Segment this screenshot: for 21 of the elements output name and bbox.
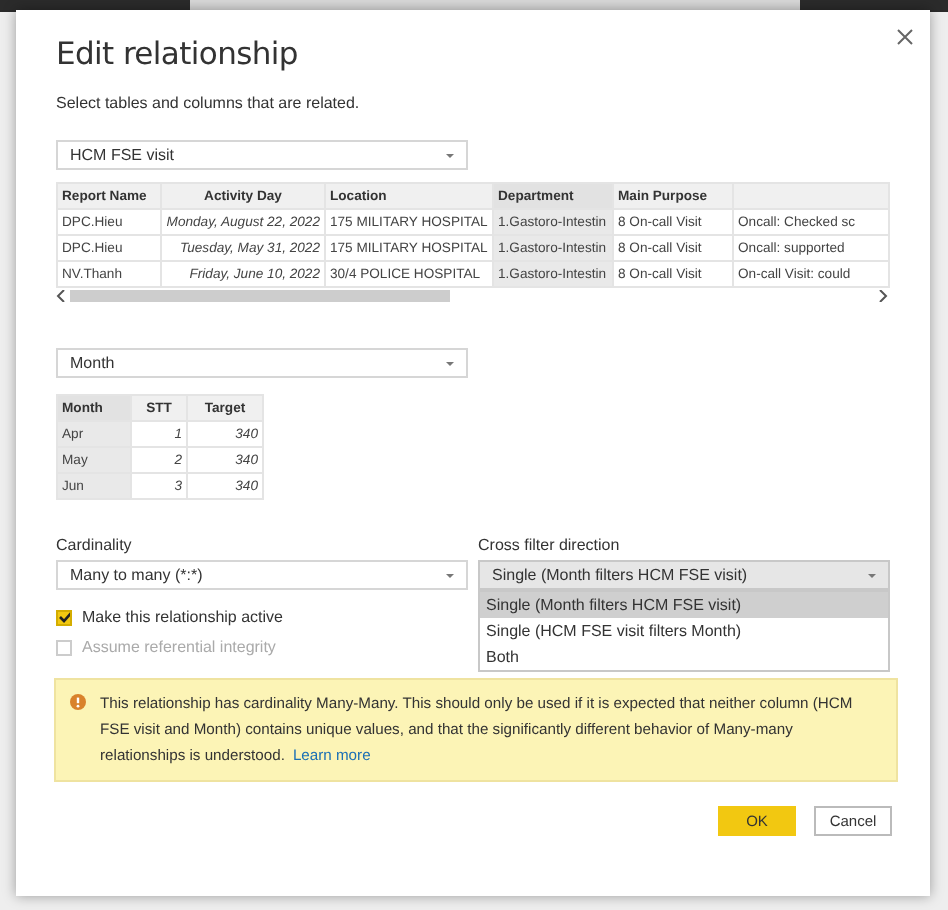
checkbox-label: Assume referential integrity (82, 638, 276, 656)
close-icon[interactable] (896, 28, 914, 46)
dropdown[interactable]: HCM FSE visit (56, 140, 468, 170)
field-label: Cardinality (56, 536, 134, 558)
dropdown[interactable]: Month (56, 348, 468, 378)
horizontal-scrollbar[interactable] (56, 288, 888, 304)
dropdown-option[interactable]: Single (HCM FSE visit filters Month) (480, 618, 888, 644)
field-label: Cross filter direction (478, 536, 622, 558)
subtitle: Select tables and columns that are related. (56, 94, 362, 112)
dropdown[interactable]: Single (Month filters HCM FSE visit) (478, 560, 890, 590)
dropdown-option[interactable]: Both (480, 644, 888, 670)
caret-icon (868, 573, 876, 577)
caret-icon (446, 573, 454, 577)
dialog-title: Edit relationship (56, 34, 300, 74)
checkbox-label: Make this relationship active (82, 608, 283, 626)
dropdown-option[interactable]: Single (Month filters HCM FSE visit) (480, 592, 888, 618)
dropdown[interactable]: Many to many (*:*) (56, 560, 468, 590)
checkbox[interactable] (56, 609, 72, 625)
warning-icon (70, 694, 86, 710)
caret-icon (446, 153, 454, 157)
caret-icon (446, 361, 454, 365)
